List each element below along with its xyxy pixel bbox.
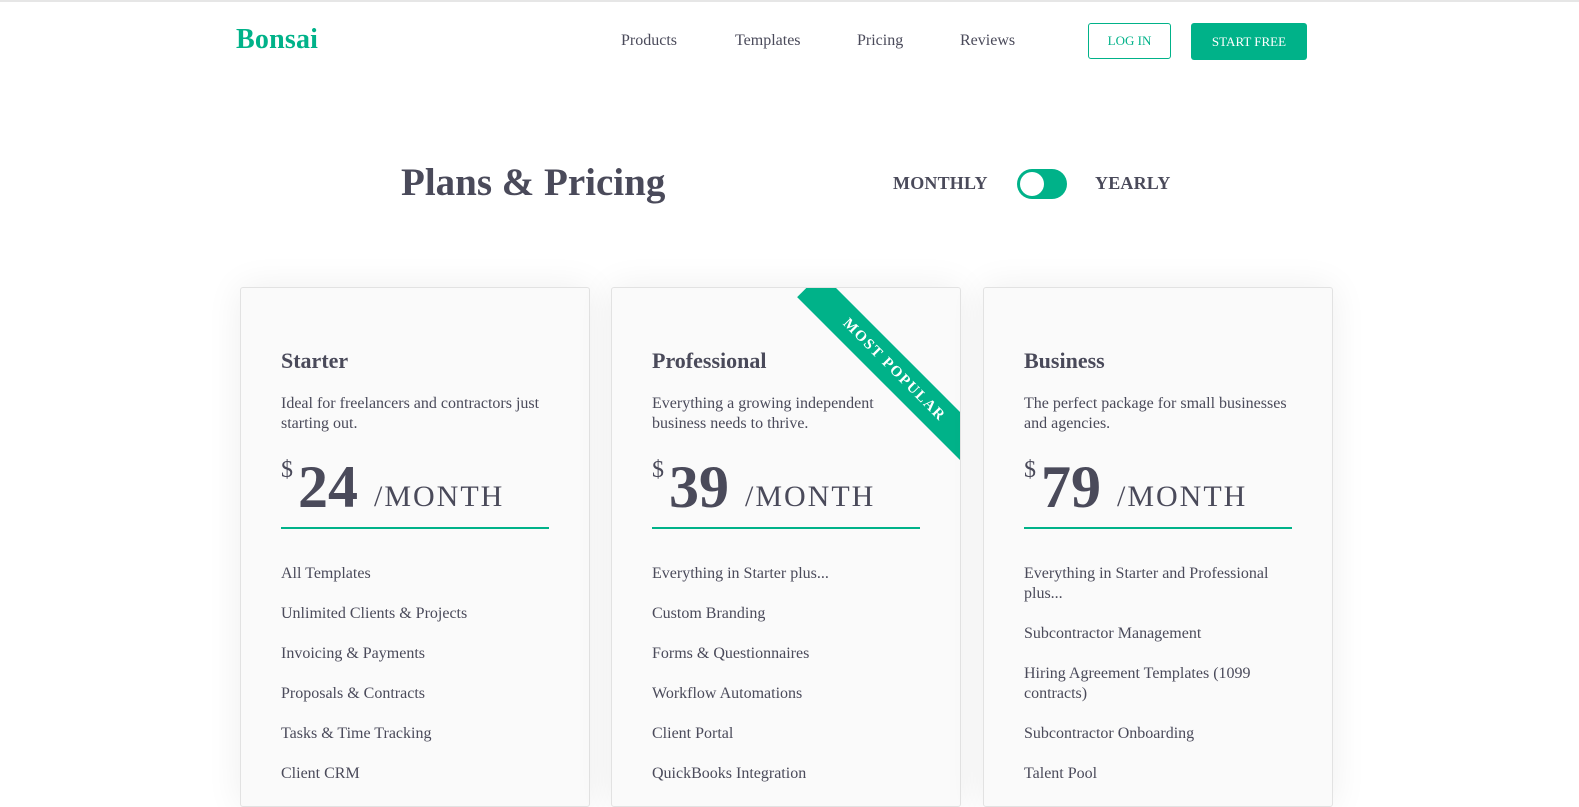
currency-symbol: $ <box>1024 457 1036 483</box>
nav-reviews[interactable]: Reviews <box>960 32 1015 50</box>
login-button[interactable]: LOG IN <box>1088 23 1171 59</box>
plan-price: $ 24 /MONTH <box>281 454 549 520</box>
plan-description: The perfect package for small businesses… <box>1024 395 1287 432</box>
feature-item: Custom Branding <box>652 605 766 622</box>
most-popular-ribbon: MOST POPULAR <box>797 288 960 467</box>
feature-item: Talent Pool <box>1024 765 1098 782</box>
billing-yearly-label[interactable]: YEARLY <box>1095 173 1171 194</box>
price-divider <box>281 527 549 529</box>
plan-card-starter: Starter Ideal for freelancers and contra… <box>240 287 590 807</box>
plan-price: $ 39 /MONTH <box>652 454 920 520</box>
plan-name: Professional <box>652 348 767 373</box>
plan-card-professional: MOST POPULAR Professional Everything a g… <box>611 287 961 807</box>
feature-item: Subcontractor Onboarding <box>1024 725 1195 742</box>
feature-list: Everything in Starter and Professional p… <box>1024 564 1299 804</box>
feature-item: Forms & Questionnaires <box>652 645 810 662</box>
price-period: /MONTH <box>374 480 505 513</box>
feature-item: Client Portal <box>652 725 734 742</box>
top-divider <box>0 0 1579 2</box>
plan-description: Everything a growing independent busines… <box>652 395 874 432</box>
currency-symbol: $ <box>281 457 293 483</box>
nav-products[interactable]: Products <box>621 32 677 50</box>
price-divider <box>1024 527 1292 529</box>
plan-price: $ 79 /MONTH <box>1024 454 1292 520</box>
price-period: /MONTH <box>1117 480 1248 513</box>
feature-item: Unlimited Clients & Projects <box>281 605 468 622</box>
start-free-button[interactable]: START FREE <box>1191 23 1307 60</box>
feature-item: Tasks & Time Tracking <box>281 725 432 742</box>
feature-item: Everything in Starter plus... <box>652 565 829 582</box>
price-amount: 39 <box>669 454 729 520</box>
currency-symbol: $ <box>652 457 664 483</box>
price-amount: 24 <box>298 454 358 520</box>
feature-list: Everything in Starter plus... Custom Bra… <box>652 564 927 804</box>
feature-item: Hiring Agreement Templates (1099 contrac… <box>1024 665 1251 702</box>
feature-item: Subcontractor Management <box>1024 625 1202 642</box>
page-title: Plans & Pricing <box>401 161 666 204</box>
nav-pricing[interactable]: Pricing <box>857 32 903 50</box>
price-divider <box>652 527 920 529</box>
logo[interactable]: Bonsai <box>236 24 318 56</box>
plan-name: Business <box>1024 348 1105 373</box>
toggle-knob <box>1020 172 1044 196</box>
feature-item: Invoicing & Payments <box>281 645 425 662</box>
plan-card-business: Business The perfect package for small b… <box>983 287 1333 807</box>
feature-item: Client CRM <box>281 765 360 782</box>
billing-monthly-label[interactable]: MONTHLY <box>893 173 988 194</box>
feature-item: All Templates <box>281 565 371 582</box>
price-period: /MONTH <box>745 480 876 513</box>
nav-templates[interactable]: Templates <box>735 32 801 50</box>
feature-item: Proposals & Contracts <box>281 685 425 702</box>
plan-name: Starter <box>281 348 349 373</box>
price-amount: 79 <box>1041 454 1101 520</box>
billing-toggle[interactable] <box>1017 169 1067 199</box>
feature-item: Everything in Starter and Professional p… <box>1024 565 1269 602</box>
feature-item: Workflow Automations <box>652 685 803 702</box>
feature-item: QuickBooks Integration <box>652 765 807 782</box>
feature-list: All Templates Unlimited Clients & Projec… <box>281 564 556 804</box>
plan-description: Ideal for freelancers and contractors ju… <box>281 395 540 432</box>
